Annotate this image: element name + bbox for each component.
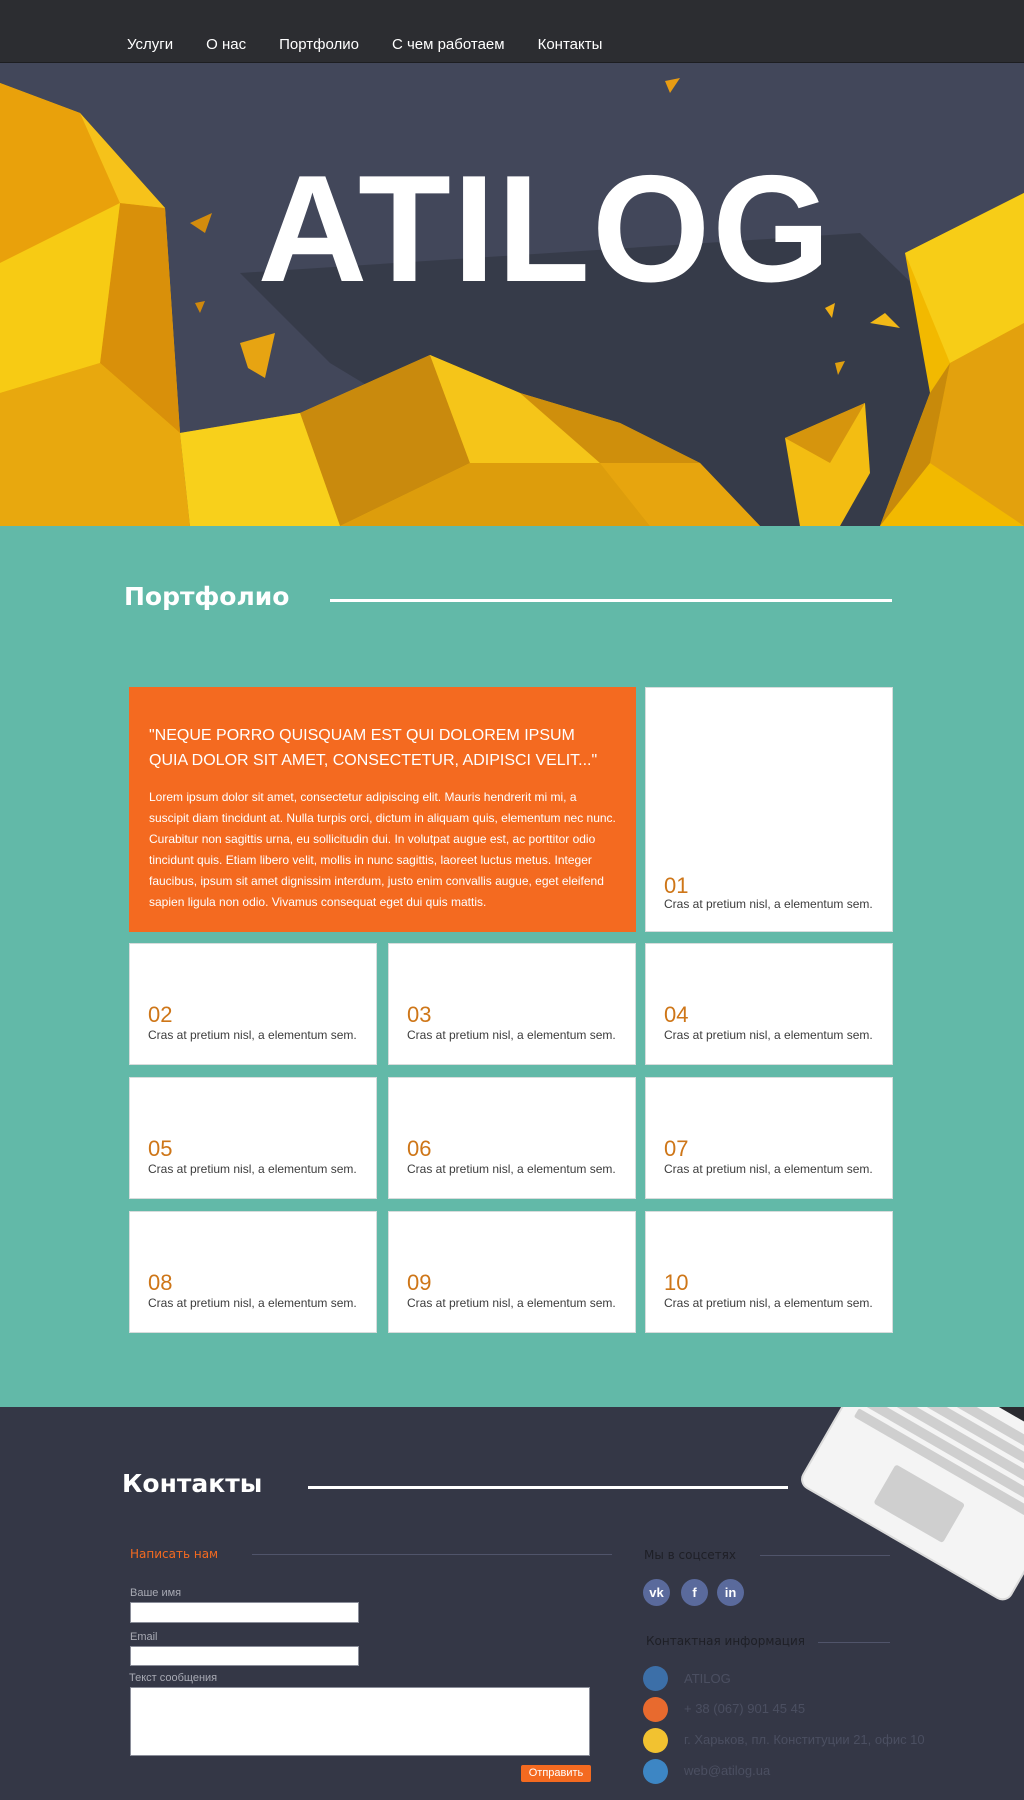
portfolio-item-10[interactable]: 10 Cras at pretium nisl, a elementum sem… (645, 1211, 893, 1333)
portfolio-item-07[interactable]: 07 Cras at pretium nisl, a elementum sem… (645, 1077, 893, 1199)
hero-banner: ATILOG (0, 63, 1024, 526)
message-label: Текст сообщения (129, 1672, 218, 1684)
portfolio-item-caption: Cras at pretium nisl, a elementum sem. (407, 1162, 616, 1176)
portfolio-item-number: 10 (664, 1270, 689, 1295)
portfolio-title: Портфолио (124, 582, 290, 611)
portfolio-item-number: 08 (148, 1270, 173, 1295)
portfolio-item-caption: Cras at pretium nisl, a elementum sem. (407, 1028, 616, 1042)
portfolio-item-number: 09 (407, 1270, 432, 1295)
email-link[interactable]: web@atilog.ua (684, 1763, 770, 1778)
portfolio-item-caption: Cras at pretium nisl, a elementum sem. (664, 1028, 873, 1042)
portfolio-item-09[interactable]: 09 Cras at pretium nisl, a elementum sem… (388, 1211, 636, 1333)
social-title: Мы в соцсетях (644, 1548, 736, 1562)
portfolio-item-01[interactable]: 01 Cras at pretium nisl, a elementum sem… (645, 687, 893, 932)
portfolio-item-number: 01 (664, 873, 689, 898)
portfolio-title-divider (330, 599, 892, 602)
portfolio-item-number: 02 (148, 1002, 173, 1027)
portfolio-quote-card: "NEQUE PORRO QUISQUAM EST QUI DOLOREM IP… (129, 687, 636, 932)
portfolio-item-03[interactable]: 03 Cras at pretium nisl, a elementum sem… (388, 943, 636, 1065)
portfolio-item-number: 06 (407, 1136, 432, 1161)
portfolio-item-02[interactable]: 02 Cras at pretium nisl, a elementum sem… (129, 943, 377, 1065)
contacts-section: Контакты Написать нам Ваше имя Email Тек… (0, 1407, 1024, 1800)
social-divider (760, 1555, 890, 1556)
contact-form-title: Написать нам (130, 1547, 219, 1561)
portfolio-item-06[interactable]: 06 Cras at pretium nisl, a elementum sem… (388, 1077, 636, 1199)
portfolio-section: Портфолио "NEQUE PORRO QUISQUAM EST QUI … (0, 526, 1024, 1407)
email-label: Email (130, 1631, 158, 1643)
nav-item-technologies[interactable]: С чем работаем (392, 36, 505, 53)
name-field[interactable] (130, 1602, 359, 1623)
nav-item-portfolio[interactable]: Портфолио (279, 36, 359, 53)
quote-heading: "NEQUE PORRO QUISQUAM EST QUI DOLOREM IP… (149, 727, 598, 769)
portfolio-item-number: 03 (407, 1002, 432, 1027)
nav-menu: Услуги О нас Портфолио С чем работаем Ко… (127, 36, 635, 53)
portfolio-item-caption: Cras at pretium nisl, a elementum sem. (664, 1296, 873, 1310)
message-textarea[interactable] (130, 1687, 590, 1756)
hero-logo-title: ATILOG (257, 144, 833, 314)
portfolio-item-number: 04 (664, 1002, 689, 1027)
portfolio-item-number: 05 (148, 1136, 173, 1161)
nav-item-services[interactable]: Услуги (127, 36, 173, 53)
phone-number: + 38 (067) 901 45 45 (684, 1701, 806, 1716)
contact-form-divider (252, 1554, 612, 1555)
portfolio-item-caption: Cras at pretium nisl, a elementum sem. (148, 1162, 357, 1176)
address-text: г. Харьков, пл. Конституции 21, офис 10 (684, 1732, 925, 1747)
portfolio-item-caption: Cras at pretium nisl, a elementum sem. (407, 1296, 616, 1310)
portfolio-item-caption: Cras at pretium nisl, a elementum sem. (664, 1162, 873, 1176)
portfolio-item-05[interactable]: 05 Cras at pretium nisl, a elementum sem… (129, 1077, 377, 1199)
email-icon (643, 1759, 668, 1784)
company-icon (643, 1666, 668, 1691)
contact-info-divider (818, 1642, 890, 1643)
portfolio-item-caption: Cras at pretium nisl, a elementum sem. (148, 1296, 357, 1310)
contacts-title: Контакты (122, 1469, 263, 1498)
facebook-icon[interactable]: f (681, 1579, 708, 1606)
contact-info-title: Контактная информация (646, 1634, 805, 1648)
vk-icon[interactable]: vk (643, 1579, 670, 1606)
phone-icon (643, 1697, 668, 1722)
address-icon (643, 1728, 668, 1753)
email-field[interactable] (130, 1646, 359, 1666)
laptop-illustration (801, 1407, 1024, 1601)
contacts-title-divider (308, 1486, 788, 1489)
top-nav: Услуги О нас Портфолио С чем работаем Ко… (0, 0, 1024, 63)
portfolio-item-caption: Cras at pretium nisl, a elementum sem. (664, 897, 873, 911)
company-name: ATILOG (684, 1671, 731, 1686)
nav-item-contacts[interactable]: Контакты (538, 36, 603, 53)
name-label: Ваше имя (130, 1587, 182, 1599)
portfolio-item-number: 07 (664, 1136, 689, 1161)
nav-item-about[interactable]: О нас (206, 36, 246, 53)
portfolio-item-08[interactable]: 08 Cras at pretium nisl, a elementum sem… (129, 1211, 377, 1333)
linkedin-icon[interactable]: in (717, 1579, 744, 1606)
quote-body: Lorem ipsum dolor sit amet, consectetur … (149, 790, 616, 909)
send-button[interactable]: Отправить (521, 1765, 591, 1782)
portfolio-item-04[interactable]: 04 Cras at pretium nisl, a elementum sem… (645, 943, 893, 1065)
portfolio-item-caption: Cras at pretium nisl, a elementum sem. (148, 1028, 357, 1042)
